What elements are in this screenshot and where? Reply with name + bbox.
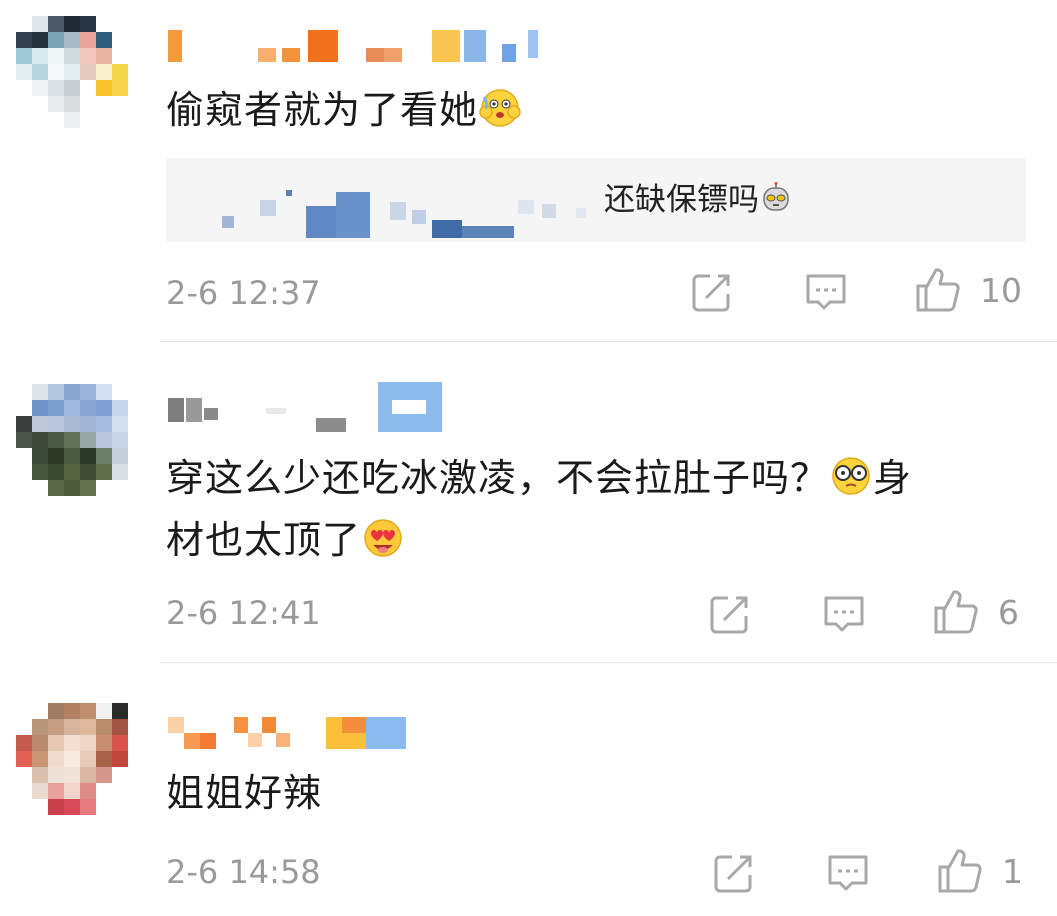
comment-button[interactable] <box>826 851 870 895</box>
comment-time: 2-6 12:37 <box>166 274 321 312</box>
thumbs-up-icon <box>914 266 962 314</box>
like-button[interactable]: 1 <box>936 847 1023 895</box>
like-count: 6 <box>998 592 1019 632</box>
thumbs-up-icon <box>936 847 984 895</box>
repost-icon <box>708 592 752 636</box>
comment-button[interactable] <box>822 592 866 636</box>
repost-button[interactable] <box>708 592 752 636</box>
username-blurred[interactable] <box>168 382 442 432</box>
comment-item: 姐姐好辣 2-6 14:58 1 <box>0 663 1057 916</box>
avatar[interactable] <box>16 703 128 815</box>
repost-button[interactable] <box>712 851 756 895</box>
comment-text: 穿这么少还吃冰激凌，不会拉肚子吗？ 身 材也太顶了 <box>166 450 912 574</box>
comment-text: 偷窥者就为了看她 <box>166 82 522 144</box>
like-button[interactable]: 6 <box>932 588 1019 636</box>
comment-item: 偷窥者就为了看她 还缺保镖吗 2-6 12:37 10 <box>0 0 1057 340</box>
reply-username-blurred <box>222 182 602 238</box>
robot-emoji-icon <box>759 182 793 226</box>
thumbs-up-icon <box>932 588 980 636</box>
comment-icon <box>804 270 848 314</box>
comment-time: 2-6 14:58 <box>166 853 321 891</box>
comment-icon <box>826 851 870 895</box>
scared-emoji-icon <box>478 87 522 144</box>
comment-button[interactable] <box>804 270 848 314</box>
like-count: 10 <box>980 270 1022 310</box>
glasses-emoji-icon <box>829 455 873 512</box>
heart-eyes-emoji-icon <box>361 517 405 574</box>
username-blurred[interactable] <box>168 30 538 66</box>
avatar[interactable] <box>16 16 128 128</box>
username-blurred[interactable] <box>168 717 406 753</box>
reply-text: 还缺保镖吗 <box>604 180 793 226</box>
like-count: 1 <box>1002 851 1023 891</box>
reply-preview[interactable]: 还缺保镖吗 <box>166 158 1026 242</box>
comment-time: 2-6 12:41 <box>166 594 321 632</box>
comment-item: 穿这么少还吃冰激凌，不会拉肚子吗？ 身 材也太顶了 2-6 12:41 6 <box>0 342 1057 662</box>
comment-text: 姐姐好辣 <box>166 771 323 815</box>
avatar[interactable] <box>16 384 128 496</box>
like-button[interactable]: 10 <box>914 266 1022 314</box>
comment-icon <box>822 592 866 636</box>
repost-icon <box>690 270 734 314</box>
repost-icon <box>712 851 756 895</box>
repost-button[interactable] <box>690 270 734 314</box>
